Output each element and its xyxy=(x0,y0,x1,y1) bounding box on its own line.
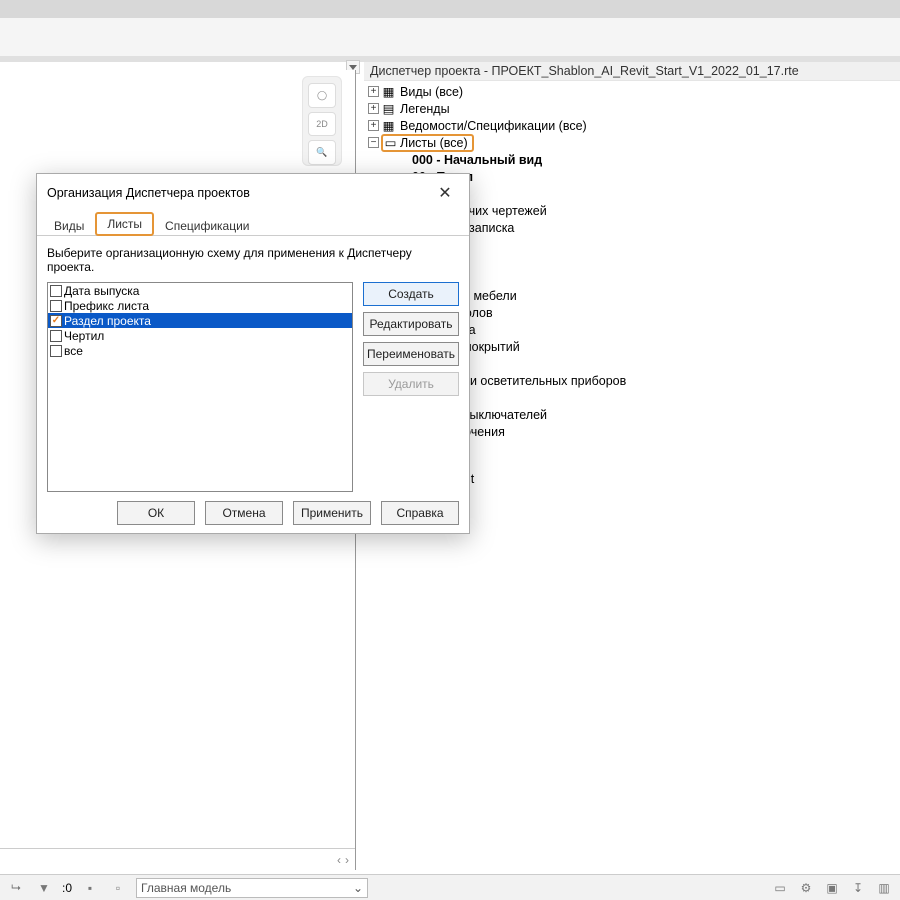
project-browser-title: Диспетчер проекта - ПРОЕКТ_Shablon_AI_Re… xyxy=(364,62,900,81)
ok-button[interactable]: ОК xyxy=(117,501,195,525)
select-icon[interactable]: ⮡ xyxy=(6,879,26,897)
filter-icon[interactable]: ▼ xyxy=(34,879,54,897)
status-bar: ⮡ ▼ :0 ▪ ▫ Главная модель ⌄ ▭ ⚙ ▣ ↧ ▥ xyxy=(0,874,900,900)
status-icon-c[interactable]: ▣ xyxy=(822,879,842,897)
tree-node-views[interactable]: + ▦ Виды (все) xyxy=(366,83,900,100)
view-scrollbar-bottom[interactable]: ‹ › xyxy=(0,848,355,870)
status-icon-d[interactable]: ↧ xyxy=(848,879,868,897)
create-button[interactable]: Создать xyxy=(363,282,459,306)
list-item-label: Раздел проекта xyxy=(64,314,151,328)
legends-icon: ▤ xyxy=(381,102,396,116)
list-item-label: Дата выпуска xyxy=(64,284,139,298)
list-item[interactable]: все xyxy=(48,343,352,358)
help-button[interactable]: Справка xyxy=(381,501,459,525)
dialog-titlebar[interactable]: Организация Диспетчера проектов ✕ xyxy=(37,174,469,212)
apply-button[interactable]: Применить xyxy=(293,501,371,525)
tree-node-sheets[interactable]: − ▭ Листы (все) xyxy=(366,134,900,151)
tab-views[interactable]: Виды xyxy=(43,215,95,236)
schedules-icon: ▦ xyxy=(381,119,396,133)
checkbox[interactable] xyxy=(50,315,62,327)
tree-node-legends[interactable]: + ▤ Легенды xyxy=(366,100,900,117)
plus-icon[interactable]: + xyxy=(368,86,379,97)
tab-schedules[interactable]: Спецификации xyxy=(154,215,260,236)
list-item-label: Префикс листа xyxy=(64,299,149,313)
checkbox[interactable] xyxy=(50,330,62,342)
chevron-right-icon[interactable]: › xyxy=(345,853,349,867)
checkbox[interactable] xyxy=(50,300,62,312)
top-toolbar-strip xyxy=(0,0,900,18)
navigation-bar[interactable]: ◯ 2D 🔍 xyxy=(302,76,342,166)
status-icon-b[interactable]: ⚙ xyxy=(796,879,816,897)
list-item[interactable]: Раздел проекта xyxy=(48,313,352,328)
delete-button: Удалить xyxy=(363,372,459,396)
checkbox[interactable] xyxy=(50,285,62,297)
edit-button[interactable]: Редактировать xyxy=(363,312,459,336)
sheets-highlight: ▭ Листы (все) xyxy=(381,134,474,152)
tree-label: Ведомости/Спецификации (все) xyxy=(398,119,587,133)
dialog-instruction: Выберите организационную схему для приме… xyxy=(47,246,459,274)
tree-sheet-item[interactable]: 000 - Начальный вид xyxy=(366,151,900,168)
cancel-button[interactable]: Отмена xyxy=(205,501,283,525)
nav-zoom-icon[interactable]: 🔍 xyxy=(308,140,336,165)
dialog-tabs: Виды Листы Спецификации xyxy=(37,212,469,236)
list-item[interactable]: Префикс листа xyxy=(48,298,352,313)
tree-label: Виды (все) xyxy=(398,85,463,99)
list-item[interactable]: Чертил xyxy=(48,328,352,343)
close-icon[interactable]: ✕ xyxy=(429,180,461,206)
model-selector[interactable]: Главная модель ⌄ xyxy=(136,878,368,898)
selection-count: :0 xyxy=(62,881,72,895)
browser-organization-dialog: Организация Диспетчера проектов ✕ Виды Л… xyxy=(36,173,470,534)
tab-sheets[interactable]: Листы xyxy=(95,212,154,236)
ribbon-strip xyxy=(0,18,900,56)
chevron-left-icon[interactable]: ‹ xyxy=(337,853,341,867)
chevron-down-icon: ⌄ xyxy=(353,881,363,895)
model-toggle-icon-1[interactable]: ▪ xyxy=(80,879,100,897)
model-toggle-icon-2[interactable]: ▫ xyxy=(108,879,128,897)
tree-label: Легенды xyxy=(398,102,450,116)
views-icon: ▦ xyxy=(381,85,396,99)
status-icon-a[interactable]: ▭ xyxy=(770,879,790,897)
tree-label: Листы (все) xyxy=(398,136,468,150)
nav-2d-icon[interactable]: 2D xyxy=(308,112,336,137)
dialog-title: Организация Диспетчера проектов xyxy=(47,186,250,200)
nav-wheel-icon[interactable]: ◯ xyxy=(308,83,336,108)
tree-label: 000 - Начальный вид xyxy=(410,153,542,167)
list-item[interactable]: Дата выпуска xyxy=(48,283,352,298)
checkbox[interactable] xyxy=(50,345,62,357)
rename-button[interactable]: Переименовать xyxy=(363,342,459,366)
list-item-label: все xyxy=(64,344,83,358)
minus-icon[interactable]: − xyxy=(368,137,379,148)
plus-icon[interactable]: + xyxy=(368,120,379,131)
sheets-icon: ▭ xyxy=(383,136,398,150)
model-selector-label: Главная модель xyxy=(141,881,231,895)
organization-listbox[interactable]: Дата выпускаПрефикс листаРаздел проектаЧ… xyxy=(47,282,353,492)
tree-node-schedules[interactable]: + ▦ Ведомости/Спецификации (все) xyxy=(366,117,900,134)
plus-icon[interactable]: + xyxy=(368,103,379,114)
list-item-label: Чертил xyxy=(64,329,104,343)
status-icon-e[interactable]: ▥ xyxy=(874,879,894,897)
